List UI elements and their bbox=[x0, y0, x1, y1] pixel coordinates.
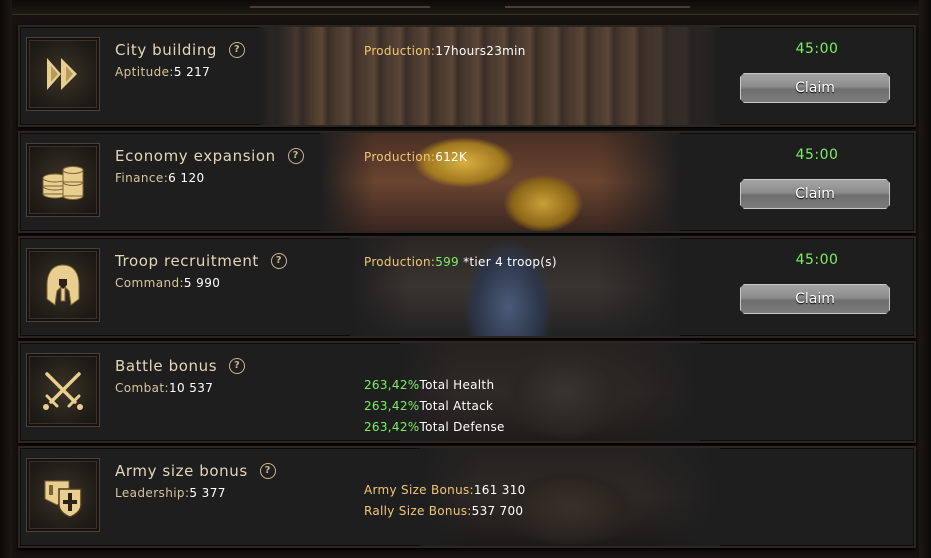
bonus-label: Total Health bbox=[419, 378, 495, 392]
command-stat: Command:5 990 bbox=[115, 276, 220, 290]
rally-size-bonus: Rally Size Bonus:537 700 bbox=[364, 501, 526, 522]
command-value: 5 990 bbox=[183, 276, 221, 290]
army-bonus-list: Army Size Bonus:161 310 Rally Size Bonus… bbox=[364, 480, 526, 522]
economy-icon-frame bbox=[26, 143, 100, 217]
city-building-production: Production:17hours23min bbox=[364, 41, 526, 62]
battle-title: Battle bonus bbox=[115, 357, 218, 375]
production-suffix: *tier 4 troop(s) bbox=[459, 255, 557, 269]
top-tab-edge-right bbox=[505, 0, 690, 8]
row-troop-recruitment: Troop recruitment ? Command:5 990 Produc… bbox=[18, 236, 916, 338]
production-value: 612K bbox=[435, 150, 468, 164]
troop-claim-button[interactable]: Claim bbox=[739, 283, 891, 315]
help-icon[interactable]: ? bbox=[229, 42, 246, 58]
row-army-size-bonus: Army size bonus ? Leadership:5 377 Army … bbox=[18, 446, 916, 548]
rally-size-value: 537 700 bbox=[471, 504, 524, 518]
city-building-title: City building bbox=[115, 41, 218, 59]
window-left-frame bbox=[0, 0, 12, 558]
coin-stack-icon bbox=[42, 166, 84, 200]
finance-label: Finance: bbox=[115, 171, 169, 185]
double-chevron-right-icon bbox=[47, 58, 77, 90]
aptitude-value: 5 217 bbox=[173, 65, 211, 79]
combat-value: 10 537 bbox=[168, 381, 214, 395]
aptitude-stat: Aptitude:5 217 bbox=[115, 65, 210, 79]
bonus-health: 263,42%Total Health bbox=[364, 375, 505, 396]
finance-stat: Finance:6 120 bbox=[115, 171, 205, 185]
troop-icon-frame bbox=[26, 248, 100, 322]
bonus-defense: 263,42%Total Defense bbox=[364, 417, 505, 438]
battle-icon-frame bbox=[26, 353, 100, 427]
city-building-timer: 45:00 bbox=[795, 41, 839, 57]
row-economy-expansion: Economy expansion ? Finance:6 120 Produc… bbox=[18, 131, 916, 233]
rally-size-label: Rally Size Bonus: bbox=[364, 504, 472, 518]
leadership-label: Leadership: bbox=[115, 486, 190, 500]
crossed-swords-icon bbox=[43, 372, 83, 410]
spartan-helmet-icon bbox=[46, 264, 80, 306]
help-icon[interactable]: ? bbox=[287, 148, 304, 164]
bonus-attack: 263,42%Total Attack bbox=[364, 396, 505, 417]
production-label: Production: bbox=[364, 255, 436, 269]
bonus-value: 263,42% bbox=[364, 378, 420, 392]
combat-stat: Combat:10 537 bbox=[115, 381, 213, 395]
economy-title-group: Economy expansion ? bbox=[115, 147, 304, 165]
economy-claim-button[interactable]: Claim bbox=[739, 178, 891, 210]
economy-production: Production:612K bbox=[364, 147, 467, 168]
economy-title: Economy expansion bbox=[115, 147, 276, 165]
army-title: Army size bonus bbox=[115, 462, 248, 480]
economy-timer: 45:00 bbox=[795, 147, 839, 163]
row-city-building: City building ? Aptitude:5 217 Productio… bbox=[18, 25, 916, 127]
banner-shield-icon bbox=[44, 480, 82, 518]
army-icon-frame bbox=[26, 458, 100, 532]
troop-production: Production:599 *tier 4 troop(s) bbox=[364, 252, 557, 273]
help-icon[interactable]: ? bbox=[270, 253, 287, 269]
command-label: Command: bbox=[115, 276, 184, 290]
army-size-label: Army Size Bonus: bbox=[364, 483, 474, 497]
battle-title-group: Battle bonus ? bbox=[115, 357, 246, 375]
bonus-value: 263,42% bbox=[364, 420, 420, 434]
army-size-value: 161 310 bbox=[473, 483, 526, 497]
top-tab-edge-left bbox=[250, 0, 430, 8]
window-top-frame bbox=[0, 0, 931, 15]
bonus-label: Total Defense bbox=[419, 420, 505, 434]
bonus-value: 263,42% bbox=[364, 399, 420, 413]
army-size-bonus: Army Size Bonus:161 310 bbox=[364, 480, 526, 501]
help-icon[interactable]: ? bbox=[259, 463, 276, 479]
production-value: 17hours23min bbox=[435, 44, 526, 58]
battle-bonus-list: 263,42%Total Health 263,42%Total Attack … bbox=[364, 375, 505, 438]
production-label: Production: bbox=[364, 150, 436, 164]
leadership-stat: Leadership:5 377 bbox=[115, 486, 226, 500]
row-battle-bonus: Battle bonus ? Combat:10 537 263,42%Tota… bbox=[18, 341, 916, 443]
troop-timer: 45:00 bbox=[795, 252, 839, 268]
combat-label: Combat: bbox=[115, 381, 169, 395]
troop-title-group: Troop recruitment ? bbox=[115, 252, 287, 270]
army-title-group: Army size bonus ? bbox=[115, 462, 276, 480]
finance-value: 6 120 bbox=[168, 171, 205, 185]
production-label: Production: bbox=[364, 44, 436, 58]
help-icon[interactable]: ? bbox=[229, 358, 246, 374]
bonus-label: Total Attack bbox=[419, 399, 494, 413]
aptitude-label: Aptitude: bbox=[115, 65, 174, 79]
leadership-value: 5 377 bbox=[189, 486, 226, 500]
production-value: 599 bbox=[435, 255, 459, 269]
troop-title: Troop recruitment bbox=[115, 252, 259, 270]
window-right-frame bbox=[919, 0, 931, 558]
city-building-claim-button[interactable]: Claim bbox=[739, 72, 891, 104]
city-building-icon-frame bbox=[26, 37, 100, 111]
city-building-title-group: City building ? bbox=[115, 41, 246, 59]
